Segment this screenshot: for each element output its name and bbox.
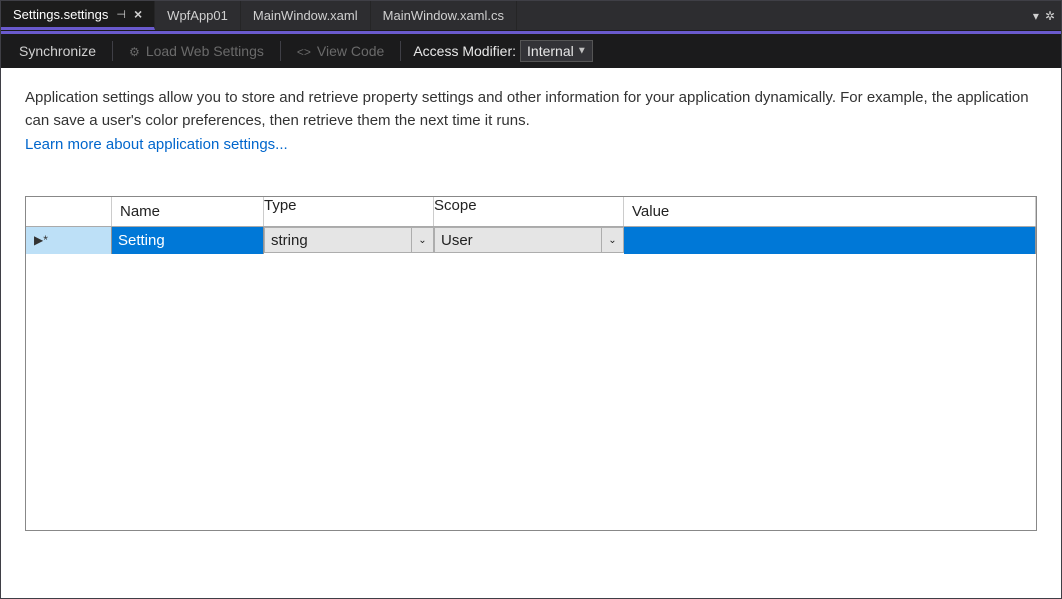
view-code-button[interactable]: <> View Code: [289, 39, 392, 63]
scope-cell[interactable]: User ⌄: [434, 227, 624, 254]
value-cell[interactable]: [624, 227, 1036, 254]
grid-row[interactable]: ▶* Setting string ⌄ User ⌄: [26, 227, 1036, 254]
description-text: Application settings allow you to store …: [25, 86, 1037, 156]
type-combobox-value: string: [271, 232, 308, 249]
tabbar-right-controls: ▾ ✲: [1033, 1, 1061, 30]
tab-label: MainWindow.xaml.cs: [383, 8, 504, 23]
tab-settings-settings[interactable]: Settings.settings ⊣ ×: [1, 1, 155, 30]
active-files-dropdown-icon[interactable]: ▾: [1033, 9, 1039, 23]
row-indicator-glyph: ▶*: [34, 233, 48, 247]
type-cell[interactable]: string ⌄: [264, 227, 434, 254]
chevron-down-icon[interactable]: ⌄: [411, 228, 433, 252]
tab-label: Settings.settings: [13, 7, 108, 22]
pin-icon[interactable]: ⊣: [116, 8, 126, 21]
chevron-down-icon[interactable]: ⌄: [601, 228, 623, 252]
tab-mainwindow-xaml-cs[interactable]: MainWindow.xaml.cs: [371, 1, 517, 30]
chevron-down-icon: ▼: [577, 46, 587, 57]
name-cell[interactable]: Setting: [112, 227, 264, 254]
type-combobox[interactable]: string ⌄: [264, 227, 434, 253]
settings-toolbar: Synchronize ⚙ Load Web Settings <> View Co…: [1, 34, 1061, 68]
document-tabbar: Settings.settings ⊣ × WpfApp01 MainWindo…: [1, 1, 1061, 31]
load-web-label: Load Web Settings: [146, 43, 264, 59]
web-icon: ⚙: [129, 45, 140, 59]
gear-icon[interactable]: ✲: [1045, 9, 1055, 23]
access-modifier-label: Access Modifier:: [413, 43, 516, 59]
learn-more-link[interactable]: Learn more about application settings...: [25, 136, 288, 153]
name-cell-value: Setting: [118, 232, 165, 249]
grid-header-value[interactable]: Value: [624, 197, 1036, 226]
grid-header-row: Name Type Scope Value: [26, 197, 1036, 227]
toolbar-separator: [280, 41, 281, 61]
code-icon: <>: [297, 45, 311, 59]
tab-label: MainWindow.xaml: [253, 8, 358, 23]
settings-designer-surface: Application settings allow you to store …: [1, 68, 1061, 598]
toolbar-separator: [112, 41, 113, 61]
grid-header-name[interactable]: Name: [112, 197, 264, 226]
grid-header-scope[interactable]: Scope: [434, 197, 624, 226]
grid-header-type[interactable]: Type: [264, 197, 434, 226]
toolbar-separator: [400, 41, 401, 61]
load-web-settings-button[interactable]: ⚙ Load Web Settings: [121, 39, 272, 63]
access-modifier-select[interactable]: Internal ▼: [520, 43, 593, 59]
synchronize-button[interactable]: Synchronize: [11, 39, 104, 63]
tab-wpfapp01[interactable]: WpfApp01: [155, 1, 241, 30]
view-code-label: View Code: [317, 43, 384, 59]
tab-label: WpfApp01: [167, 8, 228, 23]
grid-header-indicator[interactable]: [26, 197, 112, 226]
description-body: Application settings allow you to store …: [25, 89, 1029, 129]
close-icon[interactable]: ×: [134, 6, 142, 22]
scope-combobox[interactable]: User ⌄: [434, 227, 624, 253]
settings-grid[interactable]: Name Type Scope Value ▶* Setting string …: [25, 196, 1037, 531]
scope-combobox-value: User: [441, 232, 473, 249]
row-indicator[interactable]: ▶*: [26, 227, 112, 254]
tab-mainwindow-xaml[interactable]: MainWindow.xaml: [241, 1, 371, 30]
